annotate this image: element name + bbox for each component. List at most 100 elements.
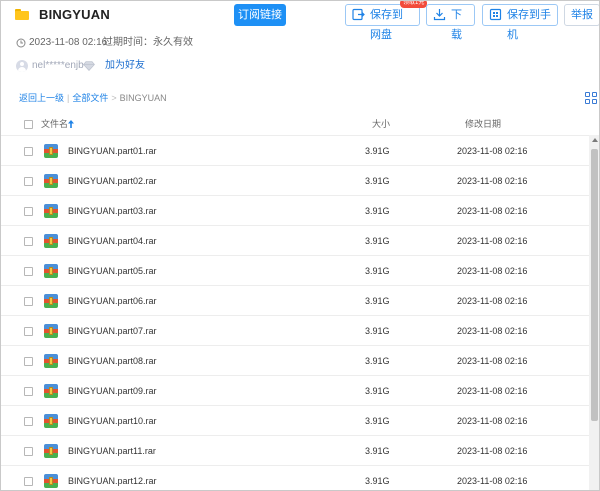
file-date: 2023-11-08 02:16 <box>457 176 528 186</box>
row-checkbox[interactable] <box>24 327 33 336</box>
share-page: BINGYUAN 订阅链接 保存到网盘 领取1元 下载 保存到手机 举报 202… <box>0 0 600 491</box>
file-size: 3.91G <box>365 476 390 486</box>
column-header-name[interactable]: 文件名 <box>41 114 68 134</box>
file-name[interactable]: BINGYUAN.part04.rar <box>68 226 157 256</box>
row-checkbox[interactable] <box>24 417 33 426</box>
vip-diamond-icon <box>83 61 95 71</box>
file-date: 2023-11-08 02:16 <box>457 386 528 396</box>
file-date: 2023-11-08 02:16 <box>457 476 528 486</box>
file-size: 3.91G <box>365 206 390 216</box>
file-size: 3.91G <box>365 176 390 186</box>
promo-badge: 领取1元 <box>400 1 428 8</box>
scroll-up-arrow[interactable] <box>592 138 598 142</box>
rar-archive-icon <box>44 384 58 398</box>
username[interactable]: nel*****enjb <box>32 59 84 73</box>
file-name[interactable]: BINGYUAN.part08.rar <box>68 346 157 376</box>
table-row[interactable]: BINGYUAN.part10.rar 3.91G 2023-11-08 02:16 <box>1 405 589 435</box>
breadcrumb-all-files-link[interactable]: 全部文件 <box>72 93 108 103</box>
clock-icon <box>16 38 26 48</box>
table-row[interactable]: BINGYUAN.part05.rar 3.91G 2023-11-08 02:16 <box>1 255 589 285</box>
file-date: 2023-11-08 02:16 <box>457 266 528 276</box>
row-checkbox[interactable] <box>24 177 33 186</box>
file-name[interactable]: BINGYUAN.part02.rar <box>68 166 157 196</box>
breadcrumb-back-link[interactable]: 返回上一级 <box>19 93 64 103</box>
file-date: 2023-11-08 02:16 <box>457 206 528 216</box>
download-button[interactable]: 下载 <box>426 4 475 41</box>
download-icon <box>433 9 446 21</box>
scrollbar[interactable] <box>589 135 599 490</box>
table-row[interactable]: BINGYUAN.part12.rar 3.91G 2023-11-08 02:16 <box>1 465 589 490</box>
grid-view-icon[interactable] <box>585 92 597 104</box>
scrollbar-thumb[interactable] <box>591 149 598 421</box>
breadcrumb: 返回上一级 | 全部文件 > BINGYUAN <box>19 93 167 103</box>
row-checkbox[interactable] <box>24 207 33 216</box>
table-row[interactable]: BINGYUAN.part06.rar 3.91G 2023-11-08 02:16 <box>1 285 589 315</box>
file-size: 3.91G <box>365 236 390 246</box>
row-checkbox[interactable] <box>24 387 33 396</box>
rar-archive-icon <box>44 204 58 218</box>
file-date: 2023-11-08 02:16 <box>457 146 528 156</box>
table-row[interactable]: BINGYUAN.part08.rar 3.91G 2023-11-08 02:16 <box>1 345 589 375</box>
file-list: BINGYUAN.part01.rar 3.91G 2023-11-08 02:16… <box>1 135 589 490</box>
file-name[interactable]: BINGYUAN.part05.rar <box>68 256 157 286</box>
report-button[interactable]: 举报 <box>564 4 599 26</box>
file-name[interactable]: BINGYUAN.part07.rar <box>68 316 157 346</box>
sort-ascending-icon[interactable] <box>68 120 74 128</box>
file-name[interactable]: BINGYUAN.part01.rar <box>68 136 157 166</box>
table-row[interactable]: BINGYUAN.part07.rar 3.91G 2023-11-08 02:16 <box>1 315 589 345</box>
rar-archive-icon <box>44 294 58 308</box>
row-checkbox[interactable] <box>24 237 33 246</box>
file-date: 2023-11-08 02:16 <box>457 296 528 306</box>
table-header: 文件名 大小 修改日期 <box>1 114 599 134</box>
row-checkbox[interactable] <box>24 357 33 366</box>
rar-archive-icon <box>44 144 58 158</box>
rar-archive-icon <box>44 474 58 488</box>
file-date: 2023-11-08 02:16 <box>457 446 528 456</box>
file-size: 3.91G <box>365 416 390 426</box>
file-name[interactable]: BINGYUAN.part03.rar <box>68 196 157 226</box>
rar-archive-icon <box>44 234 58 248</box>
table-row[interactable]: BINGYUAN.part02.rar 3.91G 2023-11-08 02:16 <box>1 165 589 195</box>
file-size: 3.91G <box>365 356 390 366</box>
row-checkbox[interactable] <box>24 297 33 306</box>
file-name[interactable]: BINGYUAN.part06.rar <box>68 286 157 316</box>
file-name[interactable]: BINGYUAN.part11.rar <box>68 436 156 466</box>
file-size: 3.91G <box>365 296 390 306</box>
file-date: 2023-11-08 02:16 <box>457 236 528 246</box>
avatar[interactable] <box>16 60 28 72</box>
add-friend-link[interactable]: 加为好友 <box>105 59 145 73</box>
row-checkbox[interactable] <box>24 147 33 156</box>
download-label: 下载 <box>451 9 462 41</box>
save-to-phone-button[interactable]: 保存到手机 <box>482 4 558 41</box>
row-checkbox[interactable] <box>24 477 33 486</box>
rar-archive-icon <box>44 264 58 278</box>
subscribe-button[interactable]: 订阅链接 <box>234 4 286 26</box>
file-size: 3.91G <box>365 326 390 336</box>
file-name[interactable]: BINGYUAN.part10.rar <box>68 406 157 436</box>
page-title: BINGYUAN <box>39 7 110 22</box>
row-checkbox[interactable] <box>24 447 33 456</box>
file-name[interactable]: BINGYUAN.part09.rar <box>68 376 157 406</box>
folder-icon <box>15 9 29 20</box>
breadcrumb-current: BINGYUAN <box>119 93 167 103</box>
select-all-checkbox[interactable] <box>24 120 33 129</box>
row-checkbox[interactable] <box>24 267 33 276</box>
table-row[interactable]: BINGYUAN.part09.rar 3.91G 2023-11-08 02:16 <box>1 375 589 405</box>
file-size: 3.91G <box>365 446 390 456</box>
table-row[interactable]: BINGYUAN.part03.rar 3.91G 2023-11-08 02:16 <box>1 195 589 225</box>
table-row[interactable]: BINGYUAN.part11.rar 3.91G 2023-11-08 02:16 <box>1 435 589 465</box>
table-row[interactable]: BINGYUAN.part04.rar 3.91G 2023-11-08 02:16 <box>1 225 589 255</box>
rar-archive-icon <box>44 324 58 338</box>
column-header-size[interactable]: 大小 <box>372 114 390 134</box>
rar-archive-icon <box>44 174 58 188</box>
table-row[interactable]: BINGYUAN.part01.rar 3.91G 2023-11-08 02:16 <box>1 135 589 165</box>
rar-archive-icon <box>44 414 58 428</box>
share-time: 2023-11-08 02:16 <box>29 37 108 48</box>
save-to-phone-label: 保存到手机 <box>507 9 551 41</box>
file-date: 2023-11-08 02:16 <box>457 416 528 426</box>
expiry-text: 过期时间：永久有效 <box>103 37 193 48</box>
file-size: 3.91G <box>365 386 390 396</box>
column-header-date[interactable]: 修改日期 <box>465 114 501 134</box>
file-date: 2023-11-08 02:16 <box>457 326 528 336</box>
file-name[interactable]: BINGYUAN.part12.rar <box>68 466 157 490</box>
